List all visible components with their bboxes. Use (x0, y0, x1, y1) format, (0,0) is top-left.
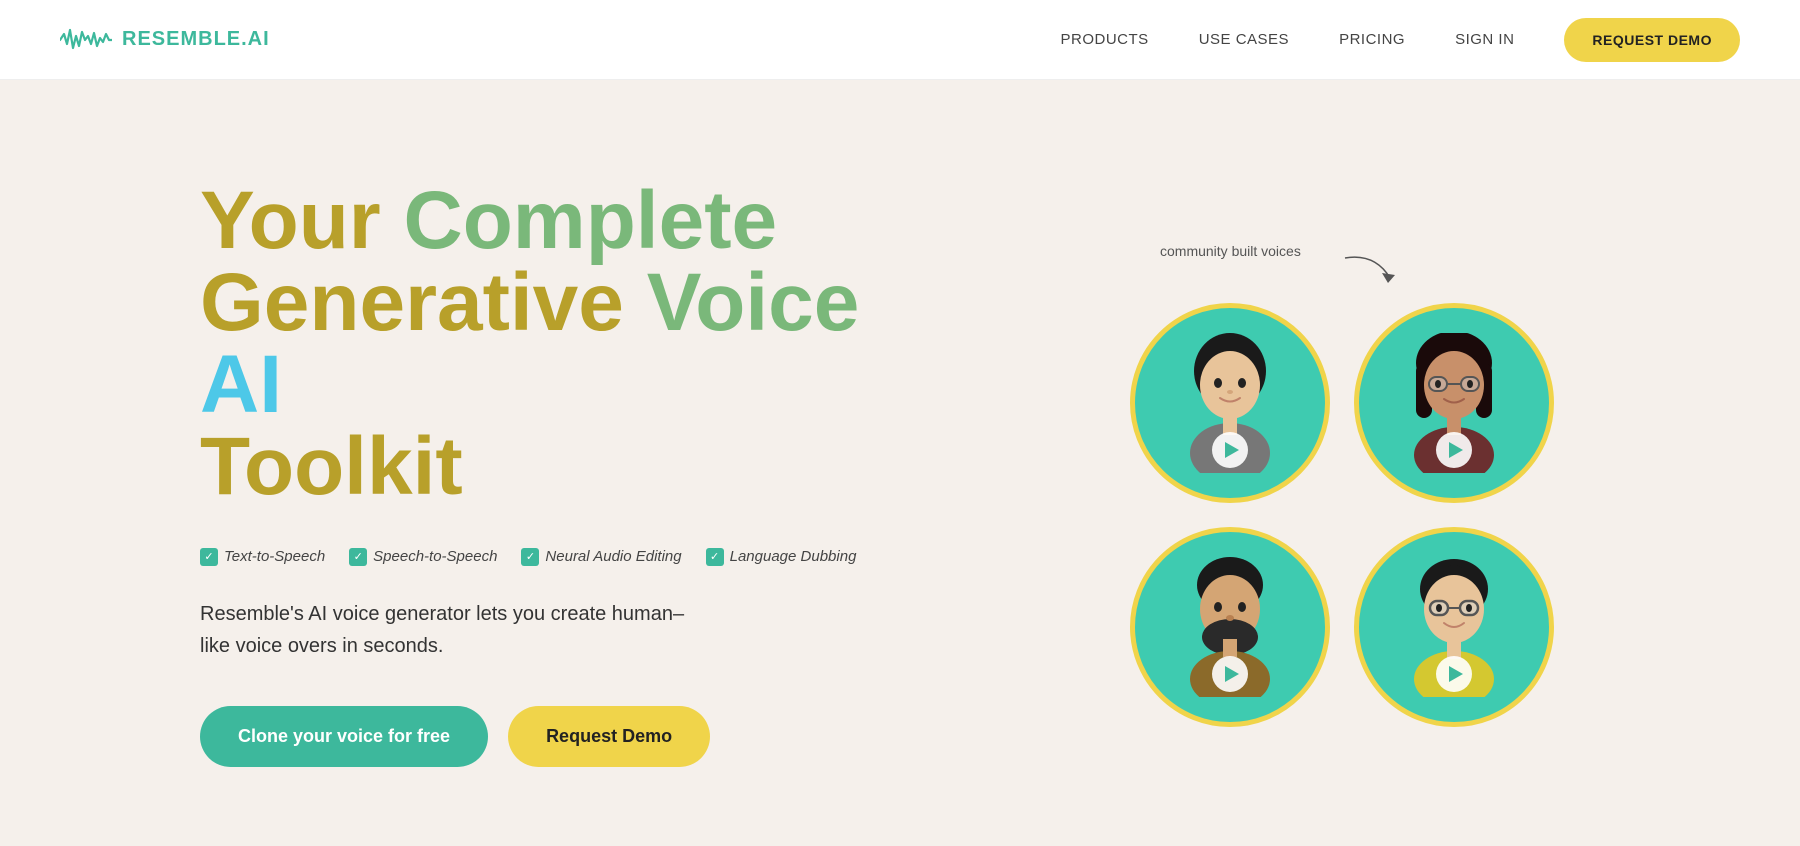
feature-tts: Text-to-Speech (200, 548, 325, 566)
title-word-ai: AI (200, 339, 282, 430)
nav-link-use-cases[interactable]: USE CASES (1199, 31, 1289, 48)
feature-nae: Neural Audio Editing (521, 548, 681, 566)
avatar-2-play-button[interactable] (1436, 432, 1472, 468)
check-icon-nae (521, 548, 539, 566)
hero-buttons: Clone your voice for free Request Demo (200, 706, 880, 767)
feature-label-ld: Language Dubbing (730, 548, 857, 565)
nav-item-use-cases[interactable]: USE CASES (1199, 31, 1289, 49)
check-icon-sts (349, 548, 367, 566)
title-word-voice: Voice (647, 257, 860, 348)
feature-ld: Language Dubbing (706, 548, 857, 566)
feature-label-tts: Text-to-Speech (224, 548, 325, 565)
logo-text: RESEMBLE.AI (122, 28, 270, 51)
avatar-1[interactable] (1130, 303, 1330, 503)
navbar: RESEMBLE.AI PRODUCTS USE CASES PRICING S… (0, 0, 1800, 80)
hero-description: Resemble's AI voice generator lets you c… (200, 598, 880, 662)
nav-item-request-demo[interactable]: REQUEST DEMO (1564, 18, 1740, 62)
avatar-4[interactable] (1354, 527, 1554, 727)
nav-item-products[interactable]: PRODUCTS (1061, 31, 1149, 49)
avatar-3-play-button[interactable] (1212, 656, 1248, 692)
feature-label-sts: Speech-to-Speech (373, 548, 497, 565)
nav-link-sign-in[interactable]: SIGN IN (1455, 31, 1514, 48)
hero-title: Your Complete Generative Voice AI Toolki… (200, 180, 880, 508)
nav-link-pricing[interactable]: PRICING (1339, 31, 1405, 48)
avatar-1-play-button[interactable] (1212, 432, 1248, 468)
avatar-4-play-button[interactable] (1436, 656, 1472, 692)
logo[interactable]: RESEMBLE.AI (60, 26, 270, 54)
check-icon-tts (200, 548, 218, 566)
nav-link-products[interactable]: PRODUCTS (1061, 31, 1149, 48)
avatar-grid (1080, 303, 1600, 727)
avatar-section: community built voices (1080, 223, 1600, 723)
check-icon-ld (706, 548, 724, 566)
feature-sts: Speech-to-Speech (349, 548, 497, 566)
title-word-complete: Complete (404, 175, 778, 266)
clone-voice-button[interactable]: Clone your voice for free (200, 706, 488, 767)
feature-label-nae: Neural Audio Editing (545, 548, 681, 565)
nav-item-pricing[interactable]: PRICING (1339, 31, 1405, 49)
hero-section: Your Complete Generative Voice AI Toolki… (0, 80, 1800, 846)
title-word-your: Your (200, 175, 381, 266)
nav-item-sign-in[interactable]: SIGN IN (1455, 31, 1514, 49)
nav-links: PRODUCTS USE CASES PRICING SIGN IN REQUE… (1061, 18, 1740, 62)
avatar-2[interactable] (1354, 303, 1554, 503)
title-word-toolkit: Toolkit (200, 421, 463, 512)
request-demo-button[interactable]: REQUEST DEMO (1564, 18, 1740, 62)
community-arrow-icon (1340, 253, 1400, 293)
title-word-generative: Generative (200, 257, 624, 348)
avatar-3[interactable] (1130, 527, 1330, 727)
hero-content: Your Complete Generative Voice AI Toolki… (200, 180, 880, 767)
logo-wave-icon (60, 26, 112, 54)
feature-list: Text-to-Speech Speech-to-Speech Neural A… (200, 548, 880, 566)
community-label: community built voices (1160, 243, 1301, 259)
request-demo-hero-button[interactable]: Request Demo (508, 706, 710, 767)
